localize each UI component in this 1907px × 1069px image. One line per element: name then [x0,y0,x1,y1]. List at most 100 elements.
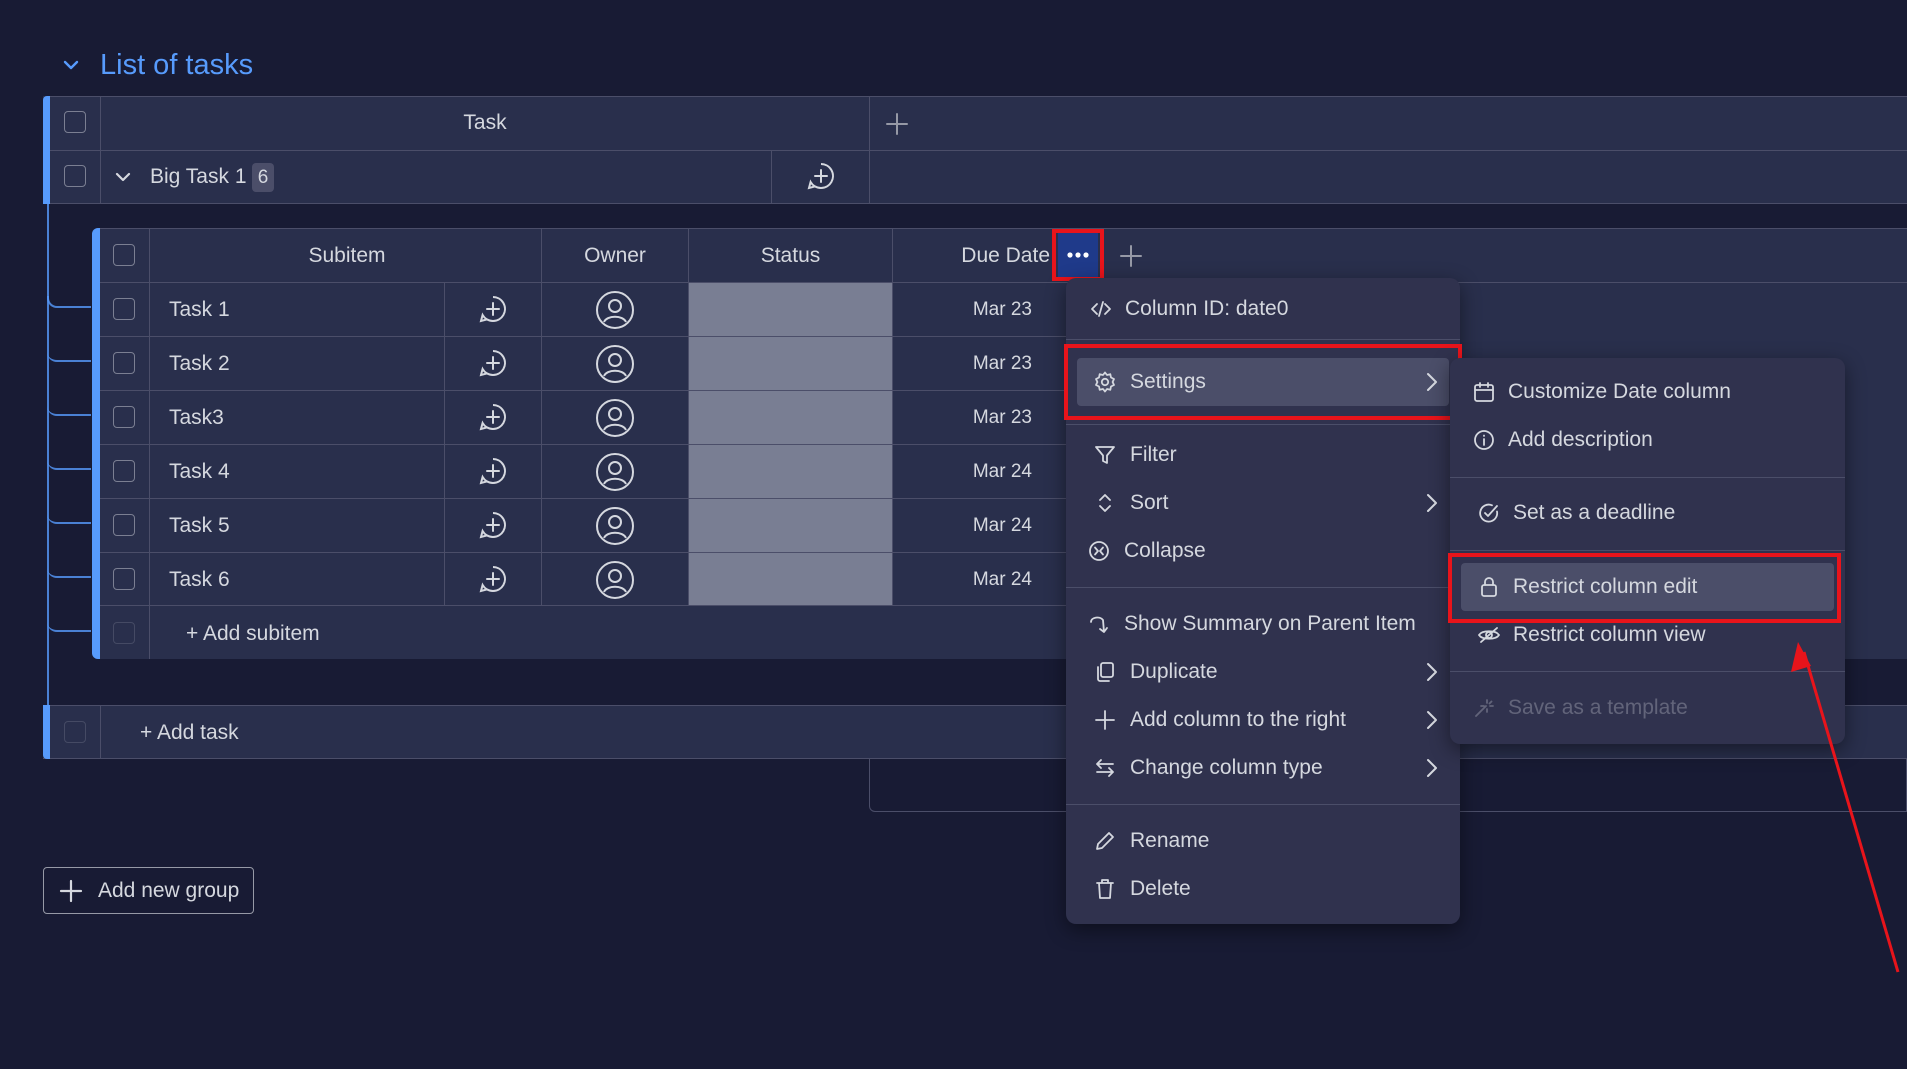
trash-icon [1091,875,1119,903]
tree-connector-branch [47,512,91,524]
column-header-task[interactable]: Task [100,111,870,135]
subitem-name[interactable]: Task 4 [169,460,230,484]
row-checkbox[interactable] [113,460,135,482]
column-options-highlight [1052,229,1104,281]
due-date[interactable]: Mar 24 [958,515,1032,537]
subitems-select-all-checkbox[interactable] [113,244,135,266]
subitem-name[interactable]: Task 5 [169,514,230,538]
menu-item-label: Restrict column view [1513,623,1706,646]
divider [100,282,1907,283]
divider [541,228,542,605]
menu-separator [1450,671,1845,672]
subitems-expand-chevron-icon[interactable] [112,166,134,188]
due-date[interactable]: Mar 23 [958,407,1032,429]
row-checkbox[interactable] [113,298,135,320]
menu-item-duplicate[interactable]: Duplicate [1066,648,1460,696]
menu-separator [1066,339,1460,340]
status-cell[interactable] [689,499,892,552]
due-date[interactable]: Mar 24 [958,461,1032,483]
menu-item-show-summary[interactable]: Show Summary on Parent Item [1066,600,1460,648]
menu-item-column-id[interactable]: Column ID: date0 [1066,285,1460,333]
menu-item-delete[interactable]: Delete [1066,865,1460,913]
add-update-icon[interactable] [477,347,509,379]
status-cell[interactable] [689,445,892,498]
select-all-checkbox[interactable] [64,111,86,133]
menu-item-label: Sort [1130,491,1169,514]
status-cell[interactable] [689,391,892,444]
add-subitem-column-icon[interactable] [1118,243,1144,269]
group-collapse-chevron-icon[interactable] [60,54,82,76]
add-new-group-button[interactable]: Add new group [43,867,254,914]
menu-item-collapse[interactable]: Collapse [1066,527,1460,575]
pencil-icon [1091,827,1119,855]
divider [100,552,1066,553]
item-name[interactable]: Big Task 1 [150,165,247,189]
subitem-name[interactable]: Task 1 [169,298,230,322]
add-new-group-label: Add new group [98,878,240,902]
column-header-due-date[interactable]: Due Date [900,244,1050,268]
divider [100,605,1066,606]
tree-connector-branch [47,458,91,470]
submenu-item-customize[interactable]: Customize Date column [1450,368,1845,416]
menu-separator [1066,804,1460,805]
divider [100,705,101,759]
divider [100,390,1066,391]
add-task-button[interactable]: + Add task [140,721,239,745]
owner-avatar-icon[interactable] [595,344,635,384]
menu-item-add-column-right[interactable]: Add column to the right [1066,696,1460,744]
owner-avatar-icon[interactable] [595,290,635,330]
swap-arrows-icon [1091,754,1119,782]
add-task-checkbox [64,721,86,743]
menu-item-filter[interactable]: Filter [1066,431,1460,479]
row-checkbox[interactable] [113,514,135,536]
due-date[interactable]: Mar 23 [958,353,1032,375]
add-update-icon[interactable] [805,160,837,192]
status-cell[interactable] [689,283,892,336]
menu-item-rename[interactable]: Rename [1066,817,1460,865]
column-header-owner[interactable]: Owner [542,244,688,268]
subitem-name[interactable]: Task3 [169,406,224,430]
filter-icon [1091,441,1119,469]
menu-item-label: Show Summary on Parent Item [1124,612,1416,635]
menu-item-label: Rename [1130,829,1210,852]
menu-separator [1450,477,1845,478]
row-checkbox[interactable] [113,406,135,428]
restrict-edit-highlight [1448,553,1841,623]
due-date[interactable]: Mar 23 [958,299,1032,321]
group-title[interactable]: List of tasks [100,49,253,82]
duplicate-icon [1091,658,1119,686]
add-update-icon[interactable] [477,293,509,325]
divider [444,282,445,605]
add-update-icon[interactable] [477,401,509,433]
divider [100,228,1907,229]
add-subitem-button[interactable]: + Add subitem [186,622,320,646]
summary-arrow-icon [1085,610,1113,638]
sort-icon [1091,489,1119,517]
add-update-icon[interactable] [477,455,509,487]
status-cell[interactable] [689,553,892,605]
subitems-color-bar [92,228,100,659]
owner-avatar-icon[interactable] [595,560,635,600]
owner-avatar-icon[interactable] [595,452,635,492]
due-date[interactable]: Mar 24 [958,569,1032,591]
add-column-icon[interactable] [884,111,910,137]
menu-item-change-type[interactable]: Change column type [1066,744,1460,792]
menu-item-sort[interactable]: Sort [1066,479,1460,527]
row-checkbox[interactable] [113,352,135,374]
column-header-subitem[interactable]: Subitem [150,244,544,268]
menu-separator [1066,424,1460,425]
submenu-item-set-deadline[interactable]: Set as a deadline [1450,489,1845,537]
submenu-item-add-description[interactable]: Add description [1450,416,1845,464]
owner-avatar-icon[interactable] [595,398,635,438]
owner-avatar-icon[interactable] [595,506,635,546]
subitem-name[interactable]: Task 6 [169,568,230,592]
item-checkbox[interactable] [64,165,86,187]
subitem-name[interactable]: Task 2 [169,352,230,376]
add-update-icon[interactable] [477,563,509,595]
status-cell[interactable] [689,337,892,390]
add-update-icon[interactable] [477,509,509,541]
group-color-bar [43,705,50,759]
column-header-status[interactable]: Status [689,244,892,268]
row-checkbox[interactable] [113,568,135,590]
plus-icon [58,878,84,904]
